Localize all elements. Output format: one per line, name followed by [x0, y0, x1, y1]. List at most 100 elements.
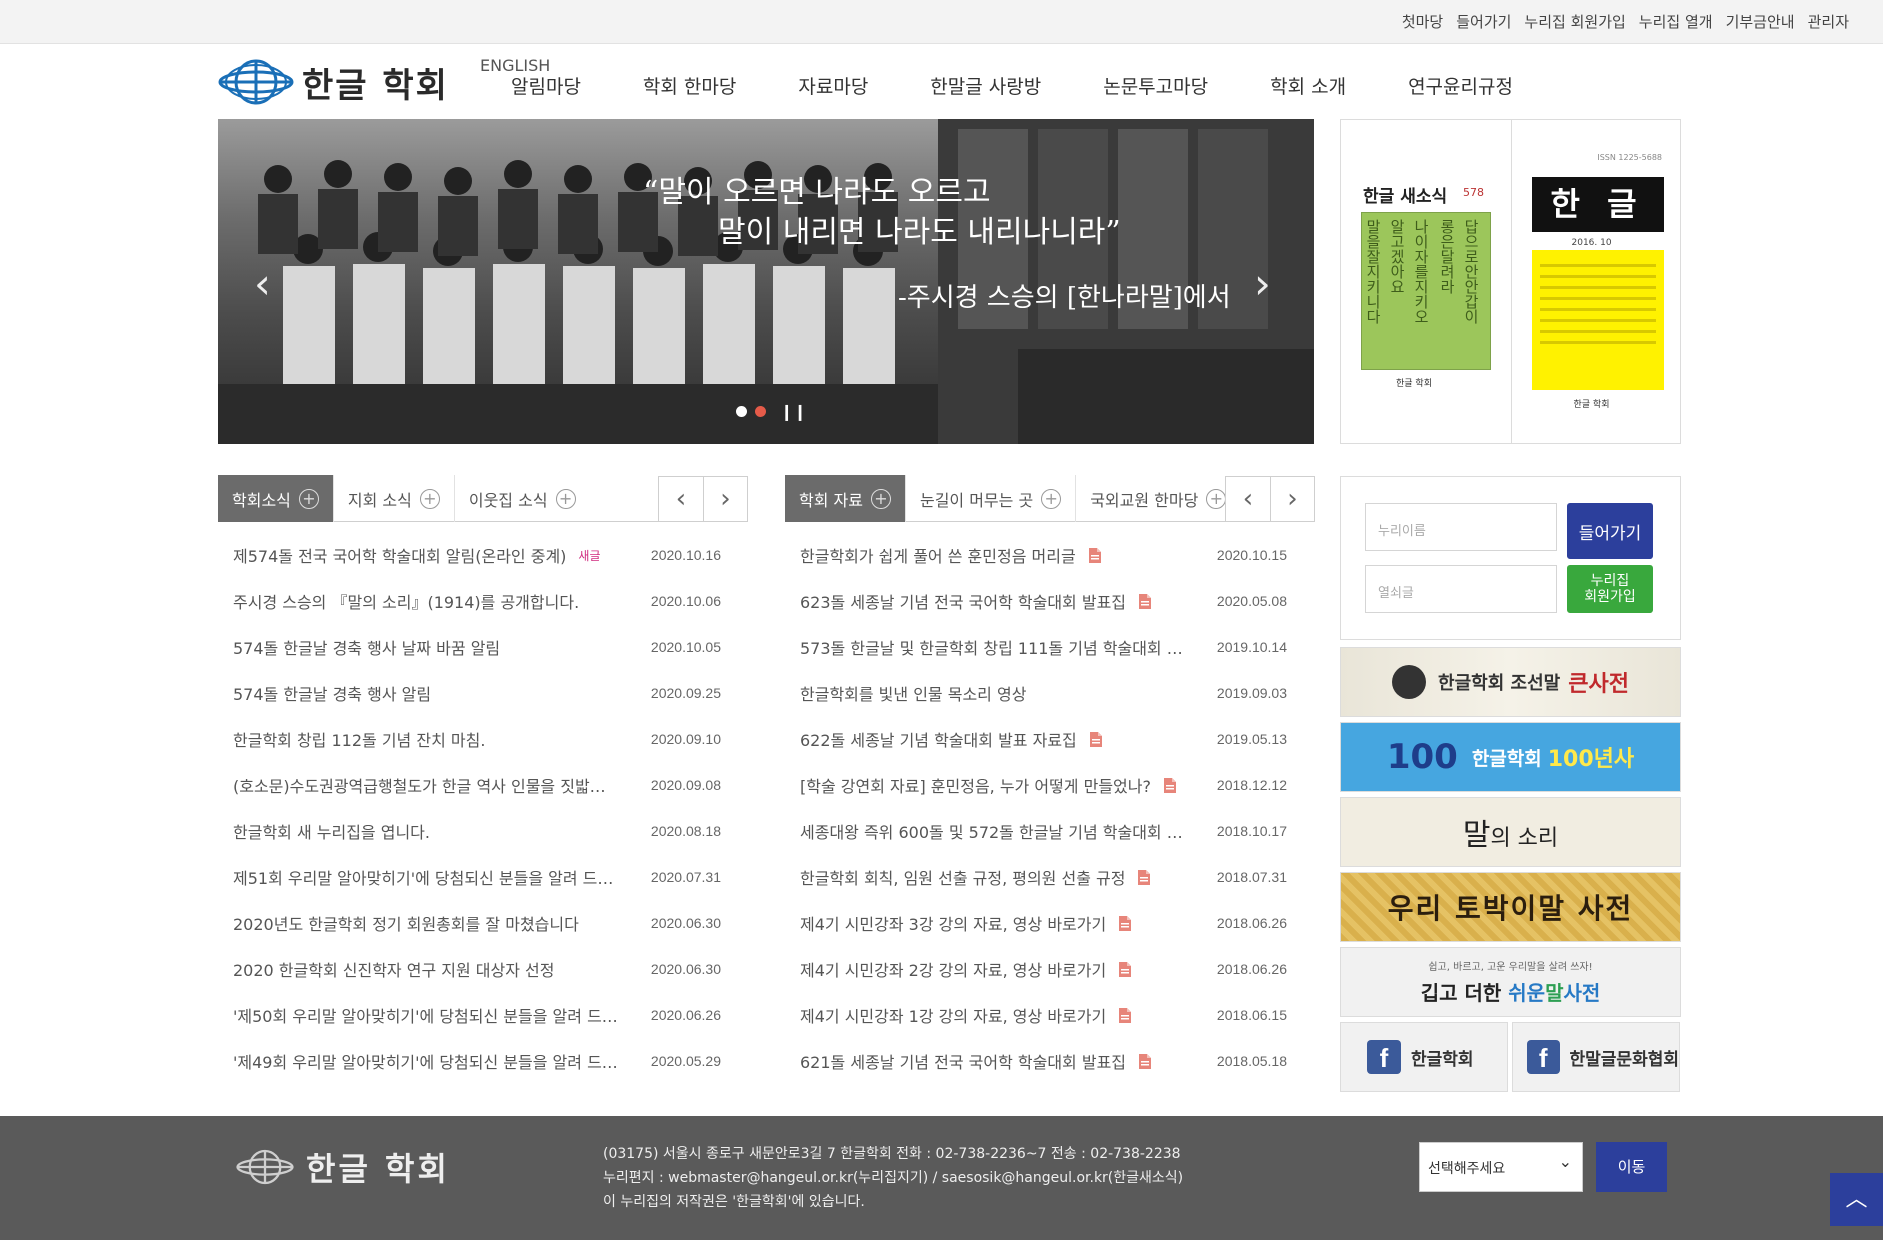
list-item-title[interactable]: 2020 한글학회 신진학자 연구 지원 대상자 선정: [218, 957, 554, 981]
pause-icon[interactable]: ❙❙: [780, 402, 807, 421]
list-item[interactable]: 한글학회가 쉽게 풀어 쓴 훈민정음 머리글 2020.10.15: [785, 532, 1315, 578]
plus-icon[interactable]: +: [870, 488, 891, 509]
family-site-select[interactable]: 선택해주세요: [1419, 1142, 1583, 1192]
list-item-title[interactable]: 제51회 우리말 알아맞히기'에 당첨되신 분들을 알려 드립니다.: [218, 865, 620, 889]
list-item-title[interactable]: 제4기 시민강좌 2강 강의 자료, 영상 바로가기: [785, 957, 1106, 981]
list-item[interactable]: '제50회 우리말 알아맞히기'에 당첨되신 분들을 알려 드립니... 2020…: [218, 992, 748, 1038]
list-item-title[interactable]: 574돌 한글날 경축 행사 알림: [218, 681, 431, 705]
nav-item-paper-submission[interactable]: 논문투고마당: [1072, 56, 1239, 120]
facebook-icon: f: [1527, 1040, 1560, 1074]
list-item[interactable]: 한글학회 회칙, 임원 선출 규정, 평의원 선출 규정 2018.07.31: [785, 854, 1315, 900]
list-item[interactable]: 2020 한글학회 신진학자 연구 지원 대상자 선정 2020.06.30: [218, 946, 748, 992]
list-item-title[interactable]: 제4기 시민강좌 1강 강의 자료, 영상 바로가기: [785, 1003, 1106, 1027]
list-item-title[interactable]: 한글학회 새 누리집을 엽니다.: [218, 819, 430, 843]
list-item[interactable]: 574돌 한글날 경축 행사 알림 2020.09.25: [218, 670, 748, 716]
nav-item-english[interactable]: ENGLISH: [480, 56, 550, 120]
plus-icon[interactable]: +: [555, 488, 576, 509]
login-button[interactable]: 들어가기: [1567, 503, 1653, 559]
facebook-link-society[interactable]: f 한글학회: [1340, 1022, 1508, 1092]
slide-dot-1[interactable]: [736, 406, 747, 417]
list-item-title[interactable]: 주시경 스승의 『말의 소리』(1914)를 공개합니다.: [218, 589, 579, 613]
list-item-title[interactable]: [학술 강연회 자료] 훈민정음, 누가 어떻게 만들었나?: [785, 773, 1151, 797]
banner-100-year-history[interactable]: 100 한글학회 100년사: [1340, 722, 1681, 792]
list-item-title[interactable]: 한글학회를 빛낸 인물 목소리 영상: [785, 681, 1026, 705]
chevron-left-icon[interactable]: ‹: [254, 259, 271, 308]
facebook-link-association[interactable]: f 한말글문화협회: [1512, 1022, 1680, 1092]
magazine-hangeul[interactable]: ISSN 1225-5688 한 글 2016. 10 한글 학회: [1510, 120, 1681, 443]
list-item[interactable]: 한글학회를 빛낸 인물 목소리 영상 2019.09.03: [785, 670, 1315, 716]
nav-item-about[interactable]: 학회 소개: [1239, 56, 1377, 120]
username-input[interactable]: 누리이름: [1365, 503, 1557, 551]
banner-easy-words-dictionary[interactable]: 쉽고, 바르고, 고운 우리말을 살려 쓰자! 깁고 더한 쉬운말사전: [1340, 947, 1681, 1017]
list-item[interactable]: 제574돌 전국 국어학 학술대회 알림(온라인 중계) 새글 2020.10.16: [218, 532, 748, 578]
chevron-right-icon[interactable]: ›: [1254, 259, 1271, 308]
list-item-title[interactable]: '제50회 우리말 알아맞히기'에 당첨되신 분들을 알려 드립니...: [218, 1003, 620, 1027]
list-item-title[interactable]: 622돌 세종날 기념 학술대회 발표 자료집: [785, 727, 1077, 751]
list-item-title[interactable]: 한글학회 회칙, 임원 선출 규정, 평의원 선출 규정: [785, 865, 1125, 889]
list-item-title[interactable]: 623돌 세종날 기념 전국 국어학 학술대회 발표집: [785, 589, 1126, 613]
tab-society-resources[interactable]: 학회 자료 +: [785, 475, 905, 522]
chevron-left-icon[interactable]: ‹: [1226, 477, 1270, 521]
utility-link-donation[interactable]: 기부금안내: [1726, 11, 1795, 32]
list-item-title[interactable]: 2020년도 한글학회 정기 회원총회를 잘 마쳤습니다: [218, 911, 579, 935]
chevron-right-icon[interactable]: ›: [703, 477, 747, 521]
list-item[interactable]: 제4기 시민강좌 2강 강의 자료, 영상 바로가기 2018.06.26: [785, 946, 1315, 992]
tab-society-news[interactable]: 학회소식 +: [218, 475, 333, 522]
site-logo[interactable]: 한글 학회: [218, 58, 468, 106]
plus-icon[interactable]: +: [419, 488, 440, 509]
list-item[interactable]: [학술 강연회 자료] 훈민정음, 누가 어떻게 만들었나? 2018.12.12: [785, 762, 1315, 808]
list-item-title[interactable]: 한글학회가 쉽게 풀어 쓴 훈민정음 머리글: [785, 543, 1076, 567]
chevron-right-icon[interactable]: ›: [1270, 477, 1314, 521]
tab-neighbor-news[interactable]: 이웃집 소식 +: [453, 475, 590, 522]
list-item[interactable]: 574돌 한글날 경축 행사 날짜 바꿈 알림 2020.10.05: [218, 624, 748, 670]
list-item[interactable]: 제4기 시민강좌 1강 강의 자료, 영상 바로가기 2018.06.15: [785, 992, 1315, 1038]
list-item-title[interactable]: 574돌 한글날 경축 행사 날짜 바꿈 알림: [218, 635, 500, 659]
utility-link-join[interactable]: 누리집 회원가입: [1524, 11, 1625, 32]
list-item-title[interactable]: 제574돌 전국 국어학 학술대회 알림(온라인 중계): [218, 543, 566, 567]
utility-link-admin[interactable]: 관리자: [1808, 11, 1849, 32]
tab-overseas-teachers[interactable]: 국외교원 한마당 +: [1075, 475, 1240, 522]
nav-item-resources[interactable]: 자료마당: [767, 56, 899, 120]
list-item-title[interactable]: '제49회 우리말 알아맞히기'에 당첨되신 분들을 알려 드립니...: [218, 1049, 620, 1073]
list-item[interactable]: 623돌 세종날 기념 전국 국어학 학술대회 발표집 2020.05.08: [785, 578, 1315, 624]
tab-featured[interactable]: 눈길이 머무는 곳 +: [904, 475, 1075, 522]
banner-native-words-dictionary[interactable]: 우리 토박이말 사전: [1340, 872, 1681, 942]
list-item-title[interactable]: 한글학회 창립 112돌 기념 잔치 마침.: [218, 727, 485, 751]
list-item[interactable]: 세종대왕 즉위 600돌 및 572돌 한글날 기념 학술대회 발표 ... 20…: [785, 808, 1315, 854]
list-item-title[interactable]: 621돌 세종날 기념 전국 국어학 학술대회 발표집: [785, 1049, 1126, 1073]
list-item[interactable]: 한글학회 새 누리집을 엽니다. 2020.08.18: [218, 808, 748, 854]
list-item[interactable]: 573돌 한글날 및 한글학회 창립 111돌 기념 학술대회 발표 ... 20…: [785, 624, 1315, 670]
list-item[interactable]: 622돌 세종날 기념 학술대회 발표 자료집 2019.05.13: [785, 716, 1315, 762]
list-item[interactable]: 제4기 시민강좌 3강 강의 자료, 영상 바로가기 2018.06.26: [785, 900, 1315, 946]
list-item[interactable]: 2020년도 한글학회 정기 회원총회를 잘 마쳤습니다 2020.06.30: [218, 900, 748, 946]
plus-icon[interactable]: +: [1041, 488, 1062, 509]
nav-item-lounge[interactable]: 한말글 사랑방: [899, 56, 1072, 120]
slide-dot-2[interactable]: [755, 406, 766, 417]
list-item-title[interactable]: (호소문)수도권광역급행철도가 한글 역사 인물을 짓밟아서...: [218, 773, 620, 797]
utility-link-sitemap[interactable]: 누리집 열개: [1639, 11, 1713, 32]
nav-item-ethics[interactable]: 연구윤리규정: [1377, 56, 1544, 120]
list-item[interactable]: 주시경 스승의 『말의 소리』(1914)를 공개합니다. 2020.10.06: [218, 578, 748, 624]
list-item[interactable]: (호소문)수도권광역급행철도가 한글 역사 인물을 짓밟아서... 2020.09…: [218, 762, 748, 808]
list-item[interactable]: 한글학회 창립 112돌 기념 잔치 마침. 2020.09.10: [218, 716, 748, 762]
join-button[interactable]: 누리집 회원가입: [1567, 565, 1653, 613]
utility-link-home[interactable]: 첫마당: [1402, 11, 1443, 32]
list-item-title[interactable]: 제4기 시민강좌 3강 강의 자료, 영상 바로가기: [785, 911, 1106, 935]
utility-link-login[interactable]: 들어가기: [1456, 11, 1511, 32]
nav-item-society[interactable]: 학회 한마당: [612, 56, 767, 120]
chevron-left-icon[interactable]: ‹: [659, 477, 703, 521]
scroll-top-icon[interactable]: ︿: [1830, 1173, 1883, 1226]
list-item[interactable]: '제49회 우리말 알아맞히기'에 당첨되신 분들을 알려 드립니... 2020…: [218, 1038, 748, 1084]
password-input[interactable]: 열쇠글: [1365, 565, 1557, 613]
list-item[interactable]: 제51회 우리말 알아맞히기'에 당첨되신 분들을 알려 드립니다. 2020.0…: [218, 854, 748, 900]
plus-icon[interactable]: +: [298, 488, 319, 509]
plus-icon[interactable]: +: [1206, 488, 1227, 509]
magazine-saesosik[interactable]: 한글 새소식 578 말을잘지키니다 알고겠아요 나이자를지키오 롱은달려라 답…: [1341, 120, 1511, 443]
list-item[interactable]: 621돌 세종날 기념 전국 국어학 학술대회 발표집 2018.05.18: [785, 1038, 1315, 1084]
list-item-title[interactable]: 573돌 한글날 및 한글학회 창립 111돌 기념 학술대회 발표 ...: [785, 635, 1187, 659]
tab-branch-news[interactable]: 지회 소식 +: [332, 475, 454, 522]
list-item-title[interactable]: 세종대왕 즉위 600돌 및 572돌 한글날 기념 학술대회 발표 ...: [785, 819, 1187, 843]
go-button[interactable]: 이동: [1596, 1142, 1667, 1192]
banner-mal-ui-sori[interactable]: 말의 소리: [1340, 797, 1681, 867]
banner-big-dictionary[interactable]: 한글학회 조선말 큰사전: [1340, 647, 1681, 717]
